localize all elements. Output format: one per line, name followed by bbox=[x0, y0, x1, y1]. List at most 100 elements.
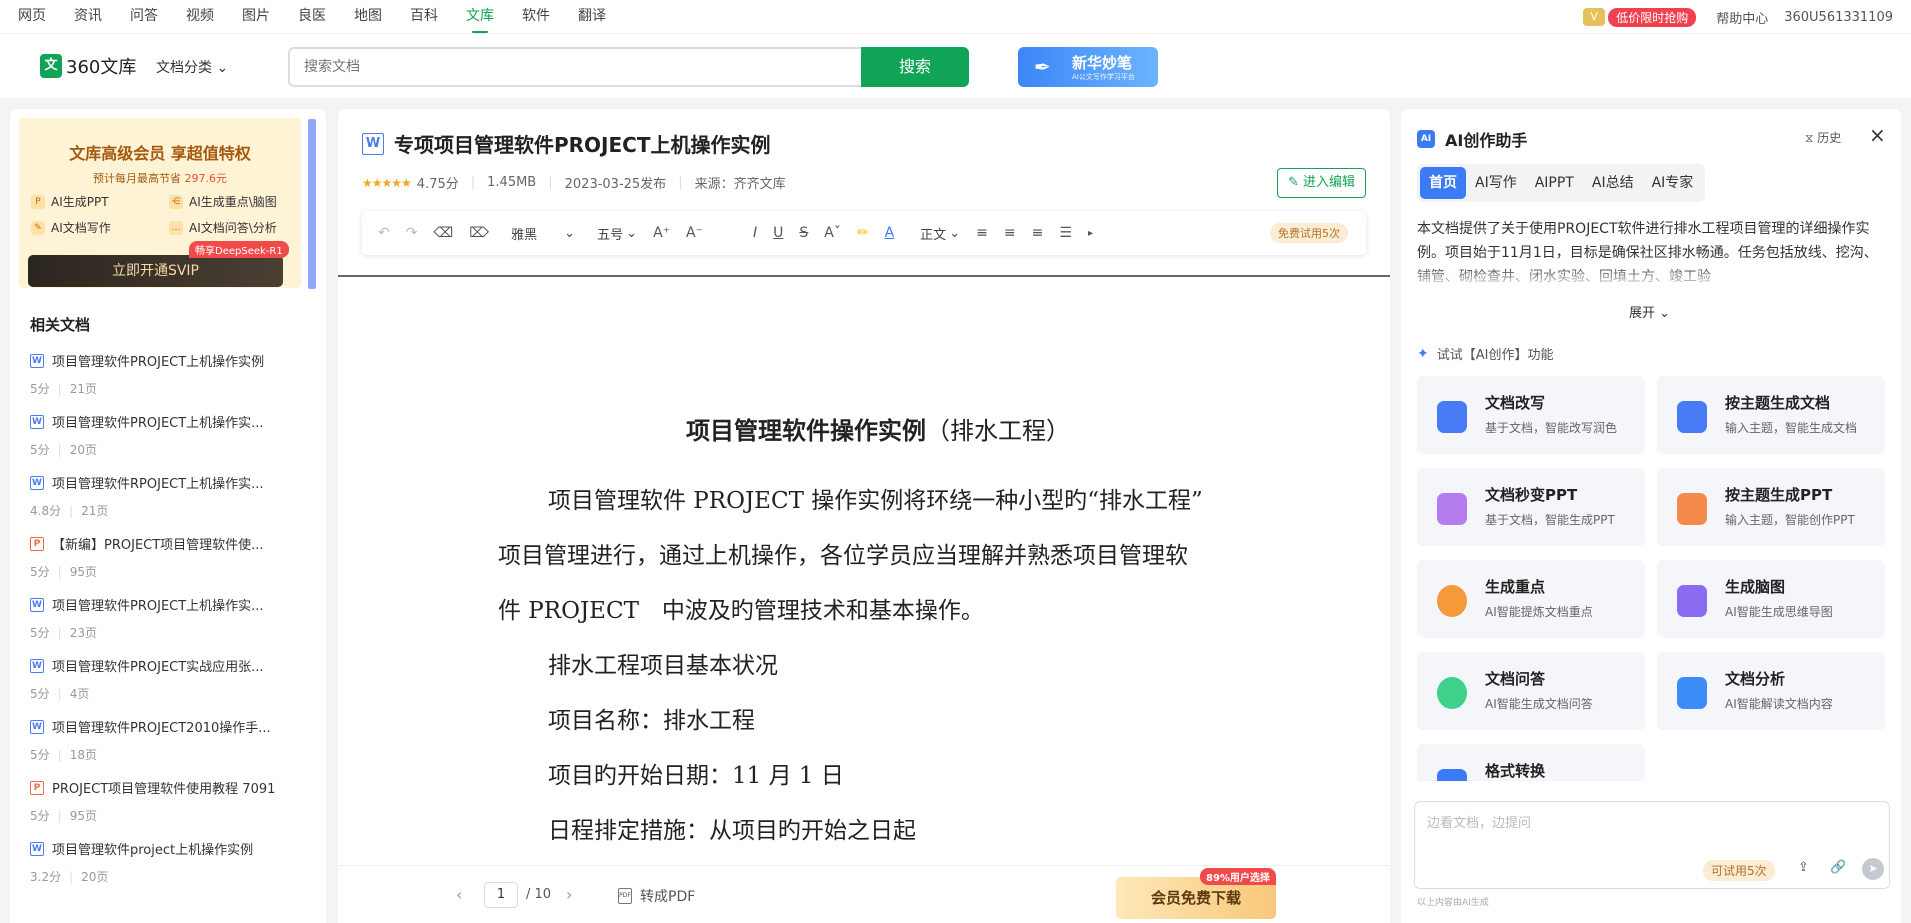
font-color-icon[interactable]: A bbox=[885, 225, 895, 241]
tab-ai-summary[interactable]: AI总结 bbox=[1583, 167, 1643, 199]
mindmap-icon: ⋲ bbox=[169, 194, 183, 209]
enter-edit-button[interactable]: ✎ 进入编辑 bbox=[1276, 168, 1366, 198]
card-doc-to-ppt[interactable]: 文档秒变PPT 基于文档，智能生成PPT bbox=[1417, 468, 1645, 546]
undo-icon[interactable]: ↶ bbox=[378, 225, 390, 241]
category-dropdown[interactable]: 文档分类 ⌄ bbox=[156, 57, 228, 77]
nav-link-software[interactable]: 软件 bbox=[522, 0, 550, 34]
sparkle-icon: ✦ bbox=[1417, 345, 1429, 362]
next-page-icon[interactable]: › bbox=[566, 885, 572, 904]
related-doc-item[interactable]: W 项目管理软件PROJECT实战应用张... 5分 | 4页 bbox=[30, 656, 308, 717]
open-svip-button[interactable]: 立即开通SVIP bbox=[28, 255, 283, 287]
align-left-icon[interactable]: ≡ bbox=[976, 225, 988, 241]
related-doc-pages: 20页 bbox=[81, 870, 109, 884]
paper-line: 项目名称：排水工程 bbox=[548, 708, 755, 734]
convert-pdf-button[interactable]: PDF 转成PDF bbox=[618, 886, 695, 906]
highlight-icon[interactable]: ✏ bbox=[857, 225, 869, 241]
search-input[interactable] bbox=[290, 49, 862, 85]
underline-icon[interactable]: U bbox=[773, 225, 783, 241]
vip-card-title: 文库高级会员 享超值特权 bbox=[69, 144, 251, 163]
related-doc-item[interactable]: W 项目管理软件PROJECT2010操作手... 5分 | 18页 bbox=[30, 717, 308, 778]
help-center-link[interactable]: 帮助中心 bbox=[1716, 8, 1768, 27]
top-nav-bar: 网页 资讯 问答 视频 图片 良医 地图 百科 文库 软件 翻译 V 低价限时抢… bbox=[0, 0, 1911, 34]
italic-icon[interactable]: I bbox=[753, 225, 757, 241]
search-button[interactable]: 搜索 bbox=[861, 47, 969, 87]
expand-button[interactable]: 展开 ⌄ bbox=[1629, 302, 1670, 321]
redo-icon[interactable]: ↷ bbox=[406, 225, 418, 241]
related-doc-item[interactable]: W 项目管理软件PROJECT上机操作实例 5分 | 21页 bbox=[30, 351, 308, 412]
word-doc-icon: W bbox=[30, 719, 44, 734]
card-doc-rewrite[interactable]: 文档改写 基于文档，智能改写润色 bbox=[1417, 376, 1645, 454]
card-doc-qa[interactable]: 文档问答 AI智能生成文档问答 bbox=[1417, 652, 1645, 730]
xinhua-banner[interactable]: ✒ 新华妙笔 AI公文写作学习平台 bbox=[1018, 47, 1158, 87]
card-key-points[interactable]: 生成重点 AI智能提炼文档重点 bbox=[1417, 560, 1645, 638]
align-right-icon[interactable]: ≡ bbox=[1032, 225, 1044, 241]
site-header: 文 360文库 文档分类 ⌄ 搜索 ✒ 新华妙笔 AI公文写作学习平台 bbox=[0, 34, 1911, 98]
eraser-icon[interactable]: ⌦ bbox=[469, 225, 489, 241]
related-doc-item[interactable]: W 项目管理软件project上机操作实例 3.2分 | 20页 bbox=[30, 839, 308, 900]
card-title: 生成重点 bbox=[1485, 578, 1546, 596]
vip-crown-icon[interactable]: V bbox=[1583, 8, 1606, 26]
nav-link-web[interactable]: 网页 bbox=[18, 0, 46, 34]
justify-icon[interactable]: ☰ bbox=[1059, 225, 1072, 241]
paper-heading: 项目管理软件操作实例（排水工程） bbox=[686, 416, 1070, 445]
superscript-icon[interactable]: Aˇ bbox=[824, 225, 841, 241]
nav-link-news[interactable]: 资讯 bbox=[74, 0, 102, 34]
tab-ai-expert[interactable]: AI专家 bbox=[1643, 167, 1703, 199]
card-format-convert[interactable]: 格式转换 bbox=[1417, 744, 1645, 781]
close-icon[interactable]: × bbox=[1869, 123, 1886, 147]
card-topic-ppt[interactable]: 按主题生成PPT 输入主题，智能创作PPT bbox=[1657, 468, 1885, 546]
format-painter-icon[interactable]: ⌫ bbox=[433, 225, 453, 241]
nav-link-translate[interactable]: 翻译 bbox=[578, 0, 606, 34]
font-increase-icon[interactable]: A⁺ bbox=[653, 225, 670, 241]
site-logo[interactable]: 文 360文库 bbox=[40, 53, 136, 79]
tab-home[interactable]: 首页 bbox=[1420, 167, 1466, 199]
vip-card-scrollbar[interactable] bbox=[308, 119, 316, 289]
link-icon[interactable]: 🔗 bbox=[1830, 860, 1846, 875]
promo-badge[interactable]: 低价限时抢购 bbox=[1608, 7, 1697, 27]
word-doc-icon: W bbox=[30, 597, 44, 612]
document-title-text: 专项项目管理软件PROJECT上机操作实例 bbox=[394, 133, 771, 157]
history-button[interactable]: ⧖ 历史 bbox=[1805, 129, 1841, 146]
related-doc-item[interactable]: W 项目管理软件PROJECT上机操作实... 5分 | 23页 bbox=[30, 595, 308, 656]
prev-page-icon[interactable]: ‹ bbox=[456, 885, 462, 904]
nav-link-doctor[interactable]: 良医 bbox=[298, 0, 326, 34]
nav-link-map[interactable]: 地图 bbox=[354, 0, 382, 34]
ai-question-input[interactable]: 边看文档，边提问 可试用5次 ⇪ 🔗 ➤ bbox=[1414, 801, 1890, 889]
paragraph-style-select[interactable]: 正文 ⌄ bbox=[920, 224, 960, 243]
tab-ai-ppt[interactable]: AIPPT bbox=[1526, 167, 1583, 199]
card-subtitle: 输入主题，智能生成文档 bbox=[1725, 421, 1858, 435]
vip-promo-card[interactable]: 文库高级会员 享超值特权 预计每月最高节省 297.6元 P AI生成PPT ⋲ A… bbox=[19, 118, 301, 288]
related-doc-title: 项目管理软件RPOJECT上机操作实... bbox=[52, 477, 264, 492]
font-family-select[interactable]: 雅黑 ⌄ bbox=[511, 224, 575, 243]
page-number-input[interactable]: 1 bbox=[484, 882, 518, 908]
more-arrow-icon[interactable]: ▸ bbox=[1088, 228, 1093, 239]
card-topic-doc[interactable]: 按主题生成文档 输入主题，智能生成文档 bbox=[1657, 376, 1885, 454]
send-icon[interactable]: ➤ bbox=[1862, 858, 1884, 880]
card-doc-analysis[interactable]: 文档分析 AI智能解读文档内容 bbox=[1657, 652, 1885, 730]
ai-feature-cards: 文档改写 基于文档，智能改写润色 按主题生成文档 输入主题，智能生成文档 文档秒… bbox=[1417, 376, 1887, 781]
edit-icon: ✎ bbox=[1287, 175, 1299, 190]
upload-doc-icon[interactable]: ⇪ bbox=[1798, 860, 1809, 875]
nav-link-baike[interactable]: 百科 bbox=[410, 0, 438, 34]
user-name-link[interactable]: 360U561331109 bbox=[1784, 10, 1893, 25]
nav-link-wenku[interactable]: 文库 bbox=[466, 0, 494, 34]
font-size-select[interactable]: 五号 ⌄ bbox=[597, 224, 637, 243]
tab-ai-writing[interactable]: AI写作 bbox=[1466, 167, 1526, 199]
nav-link-video[interactable]: 视频 bbox=[186, 0, 214, 34]
related-doc-item[interactable]: W 项目管理软件RPOJECT上机操作实... 4.8分 | 21页 bbox=[30, 473, 308, 534]
card-mindmap[interactable]: 生成脑图 AI智能生成思维导图 bbox=[1657, 560, 1885, 638]
toolbar-trial-badge[interactable]: 免费试用5次 bbox=[1270, 223, 1348, 243]
strikethrough-icon[interactable]: S bbox=[799, 225, 808, 241]
pdf-icon: PDF bbox=[618, 888, 632, 904]
related-doc-item[interactable]: P PROJECT项目管理软件使用教程 7091 5分 | 95页 bbox=[30, 778, 308, 839]
nav-link-qa[interactable]: 问答 bbox=[130, 0, 158, 34]
nav-link-images[interactable]: 图片 bbox=[242, 0, 270, 34]
align-center-icon[interactable]: ≡ bbox=[1004, 225, 1016, 241]
font-decrease-icon[interactable]: A⁻ bbox=[686, 225, 703, 241]
chevron-down-icon: ⌄ bbox=[564, 225, 576, 241]
vip-feature-writing: ✎ AI文档写作 bbox=[31, 219, 111, 236]
chevron-down-icon: ⌄ bbox=[949, 225, 961, 241]
rewrite-icon bbox=[1437, 401, 1467, 433]
related-doc-item[interactable]: P 【新编】PROJECT项目管理软件使... 5分 | 95页 bbox=[30, 534, 308, 595]
related-doc-item[interactable]: W 项目管理软件PROJECT上机操作实... 5分 | 20页 bbox=[30, 412, 308, 473]
